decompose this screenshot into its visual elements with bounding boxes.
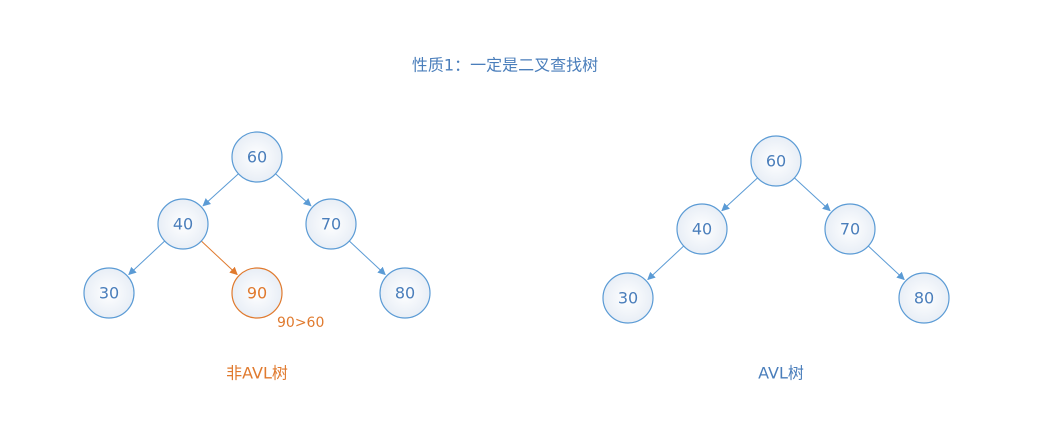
avl-comparison-diagram: 性质1：一定是二叉查找树 60 40 70 30 90 80 60 40 70 30 80 90>6…: [83, 56, 950, 383]
tree-node-m30: 30: [602, 272, 654, 324]
node-label: 90: [247, 284, 267, 303]
tree-caption-left: 非AVL树: [226, 364, 288, 383]
tree-node-n40: 40: [157, 198, 209, 250]
tree-node-m40: 40: [676, 203, 728, 255]
edge-n60-n70: [275, 173, 312, 207]
node-label: 60: [247, 148, 267, 167]
edge-n40-n90: [200, 240, 238, 276]
node-label: 40: [692, 220, 712, 239]
tree-node-n90: 90: [231, 267, 283, 319]
edges-layer: [128, 173, 905, 281]
node-label: 40: [173, 215, 193, 234]
edge-m60-m40: [721, 177, 758, 212]
diagram-title: 性质1：一定是二叉查找树: [412, 56, 598, 75]
tree-right: 60 40 70 30 80: [602, 135, 950, 324]
edge-m70-m80: [867, 245, 905, 281]
node-label: 30: [99, 284, 119, 303]
node-label: 30: [618, 289, 638, 308]
tree-node-m70: 70: [824, 203, 876, 255]
node-label: 70: [321, 215, 341, 234]
node-label: 70: [840, 220, 860, 239]
tree-node-m60: 60: [750, 135, 802, 187]
node-label: 60: [766, 152, 786, 171]
tree-node-n30: 30: [83, 267, 135, 319]
edge-m60-m70: [794, 177, 831, 212]
tree-node-n80: 80: [379, 267, 431, 319]
edge-n70-n80: [348, 240, 386, 276]
tree-caption-right: AVL树: [758, 364, 804, 383]
tree-node-n60: 60: [231, 131, 283, 183]
nodes-layer: 60 40 70 30 90 80 60 40 70 30 80: [83, 131, 950, 324]
edge-m40-m30: [647, 245, 685, 281]
tree-node-n70: 70: [305, 198, 357, 250]
labels-layer: 90>60 非AVL树 AVL树: [226, 315, 804, 383]
tree-left: 60 40 70 30 90 80: [83, 131, 431, 319]
node-label: 80: [914, 289, 934, 308]
comparison-annotation: 90>60: [277, 315, 324, 331]
diagram-stage: 性质1：一定是二叉查找树 60 40 70 30 90 80 60 40 70 30 80 90>6…: [0, 0, 1040, 426]
edge-n40-n30: [128, 240, 166, 276]
tree-node-m80: 80: [898, 272, 950, 324]
edge-n60-n40: [202, 173, 239, 207]
node-label: 80: [395, 284, 415, 303]
